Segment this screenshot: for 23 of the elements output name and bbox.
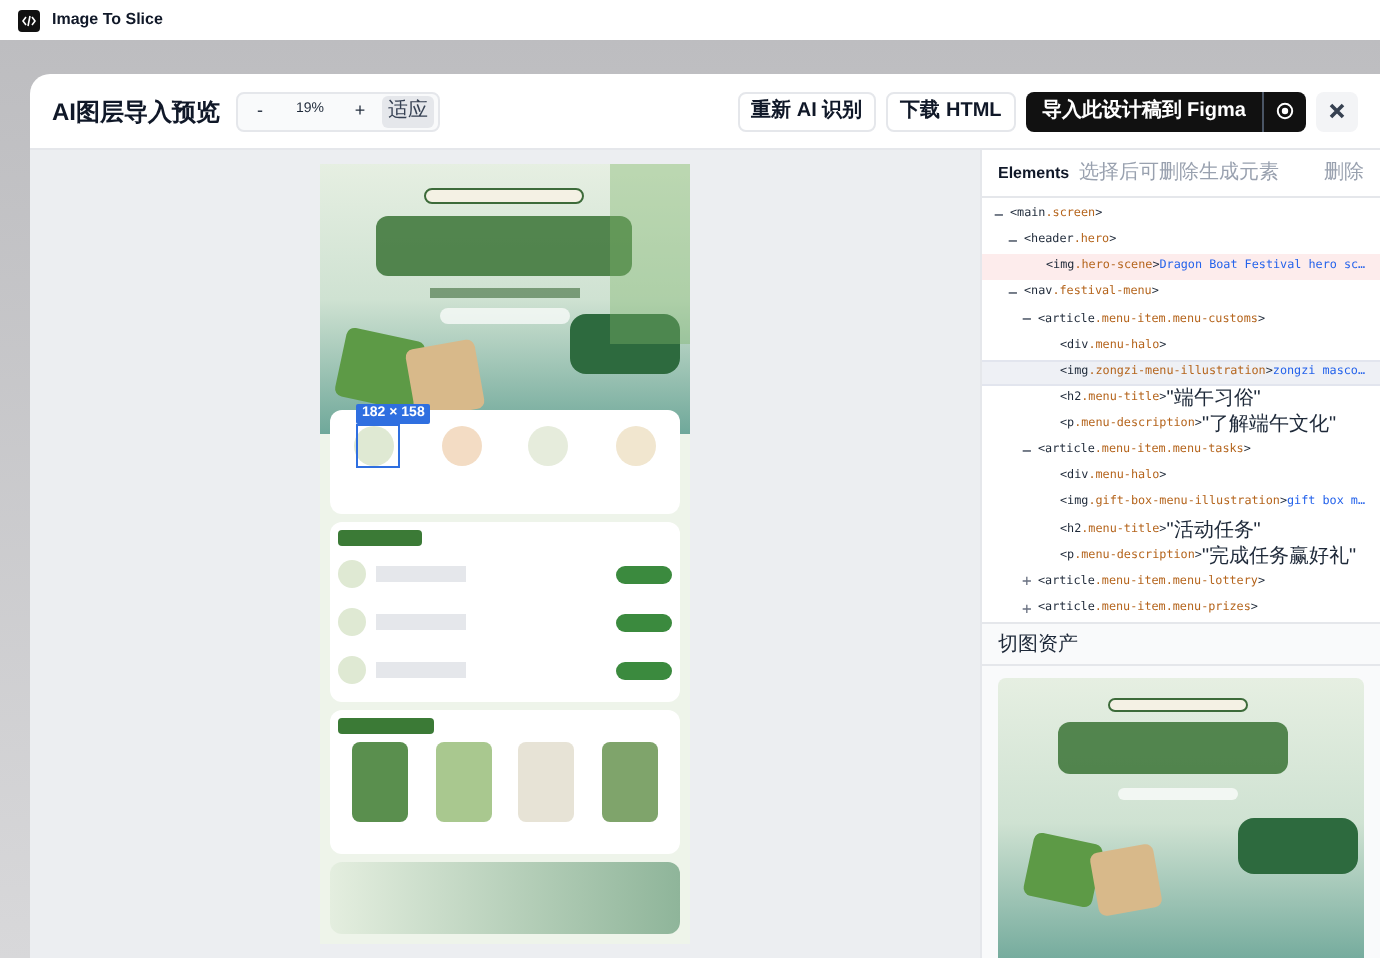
panel-title: Elements [998,161,1070,185]
action-button[interactable]: 下载 HTML [886,91,1016,131]
expand-toggle[interactable]: + [1022,597,1038,621]
section-title: 切图资产 [998,631,1078,659]
expand-toggle[interactable]: − [1008,229,1024,254]
panel-hint: 选择后可删除生成元素 [1079,159,1280,188]
expand-toggle[interactable]: − [1022,307,1038,332]
app-title: Image To Slice [52,8,163,32]
fit-button[interactable]: 适应 [382,95,434,127]
target-icon [1276,102,1294,120]
action-button[interactable]: 重新 AI 识别 [737,91,877,131]
zoom-in-button[interactable]: + [342,97,378,125]
expand-toggle[interactable]: − [994,203,1010,228]
close-button[interactable] [1316,91,1358,131]
close-icon [1328,102,1346,120]
expand-toggle[interactable]: − [1022,439,1038,464]
expand-toggle[interactable]: − [1008,281,1024,306]
zoom-out-button[interactable]: - [242,97,278,125]
dialog-title: AI图层导入预览 [52,95,220,129]
import-button[interactable]: 导入此设计稿到 Figma [1025,91,1262,131]
code-logo-icon [18,9,40,31]
selection-outline [356,424,400,468]
expand-toggle[interactable]: + [1022,570,1038,595]
